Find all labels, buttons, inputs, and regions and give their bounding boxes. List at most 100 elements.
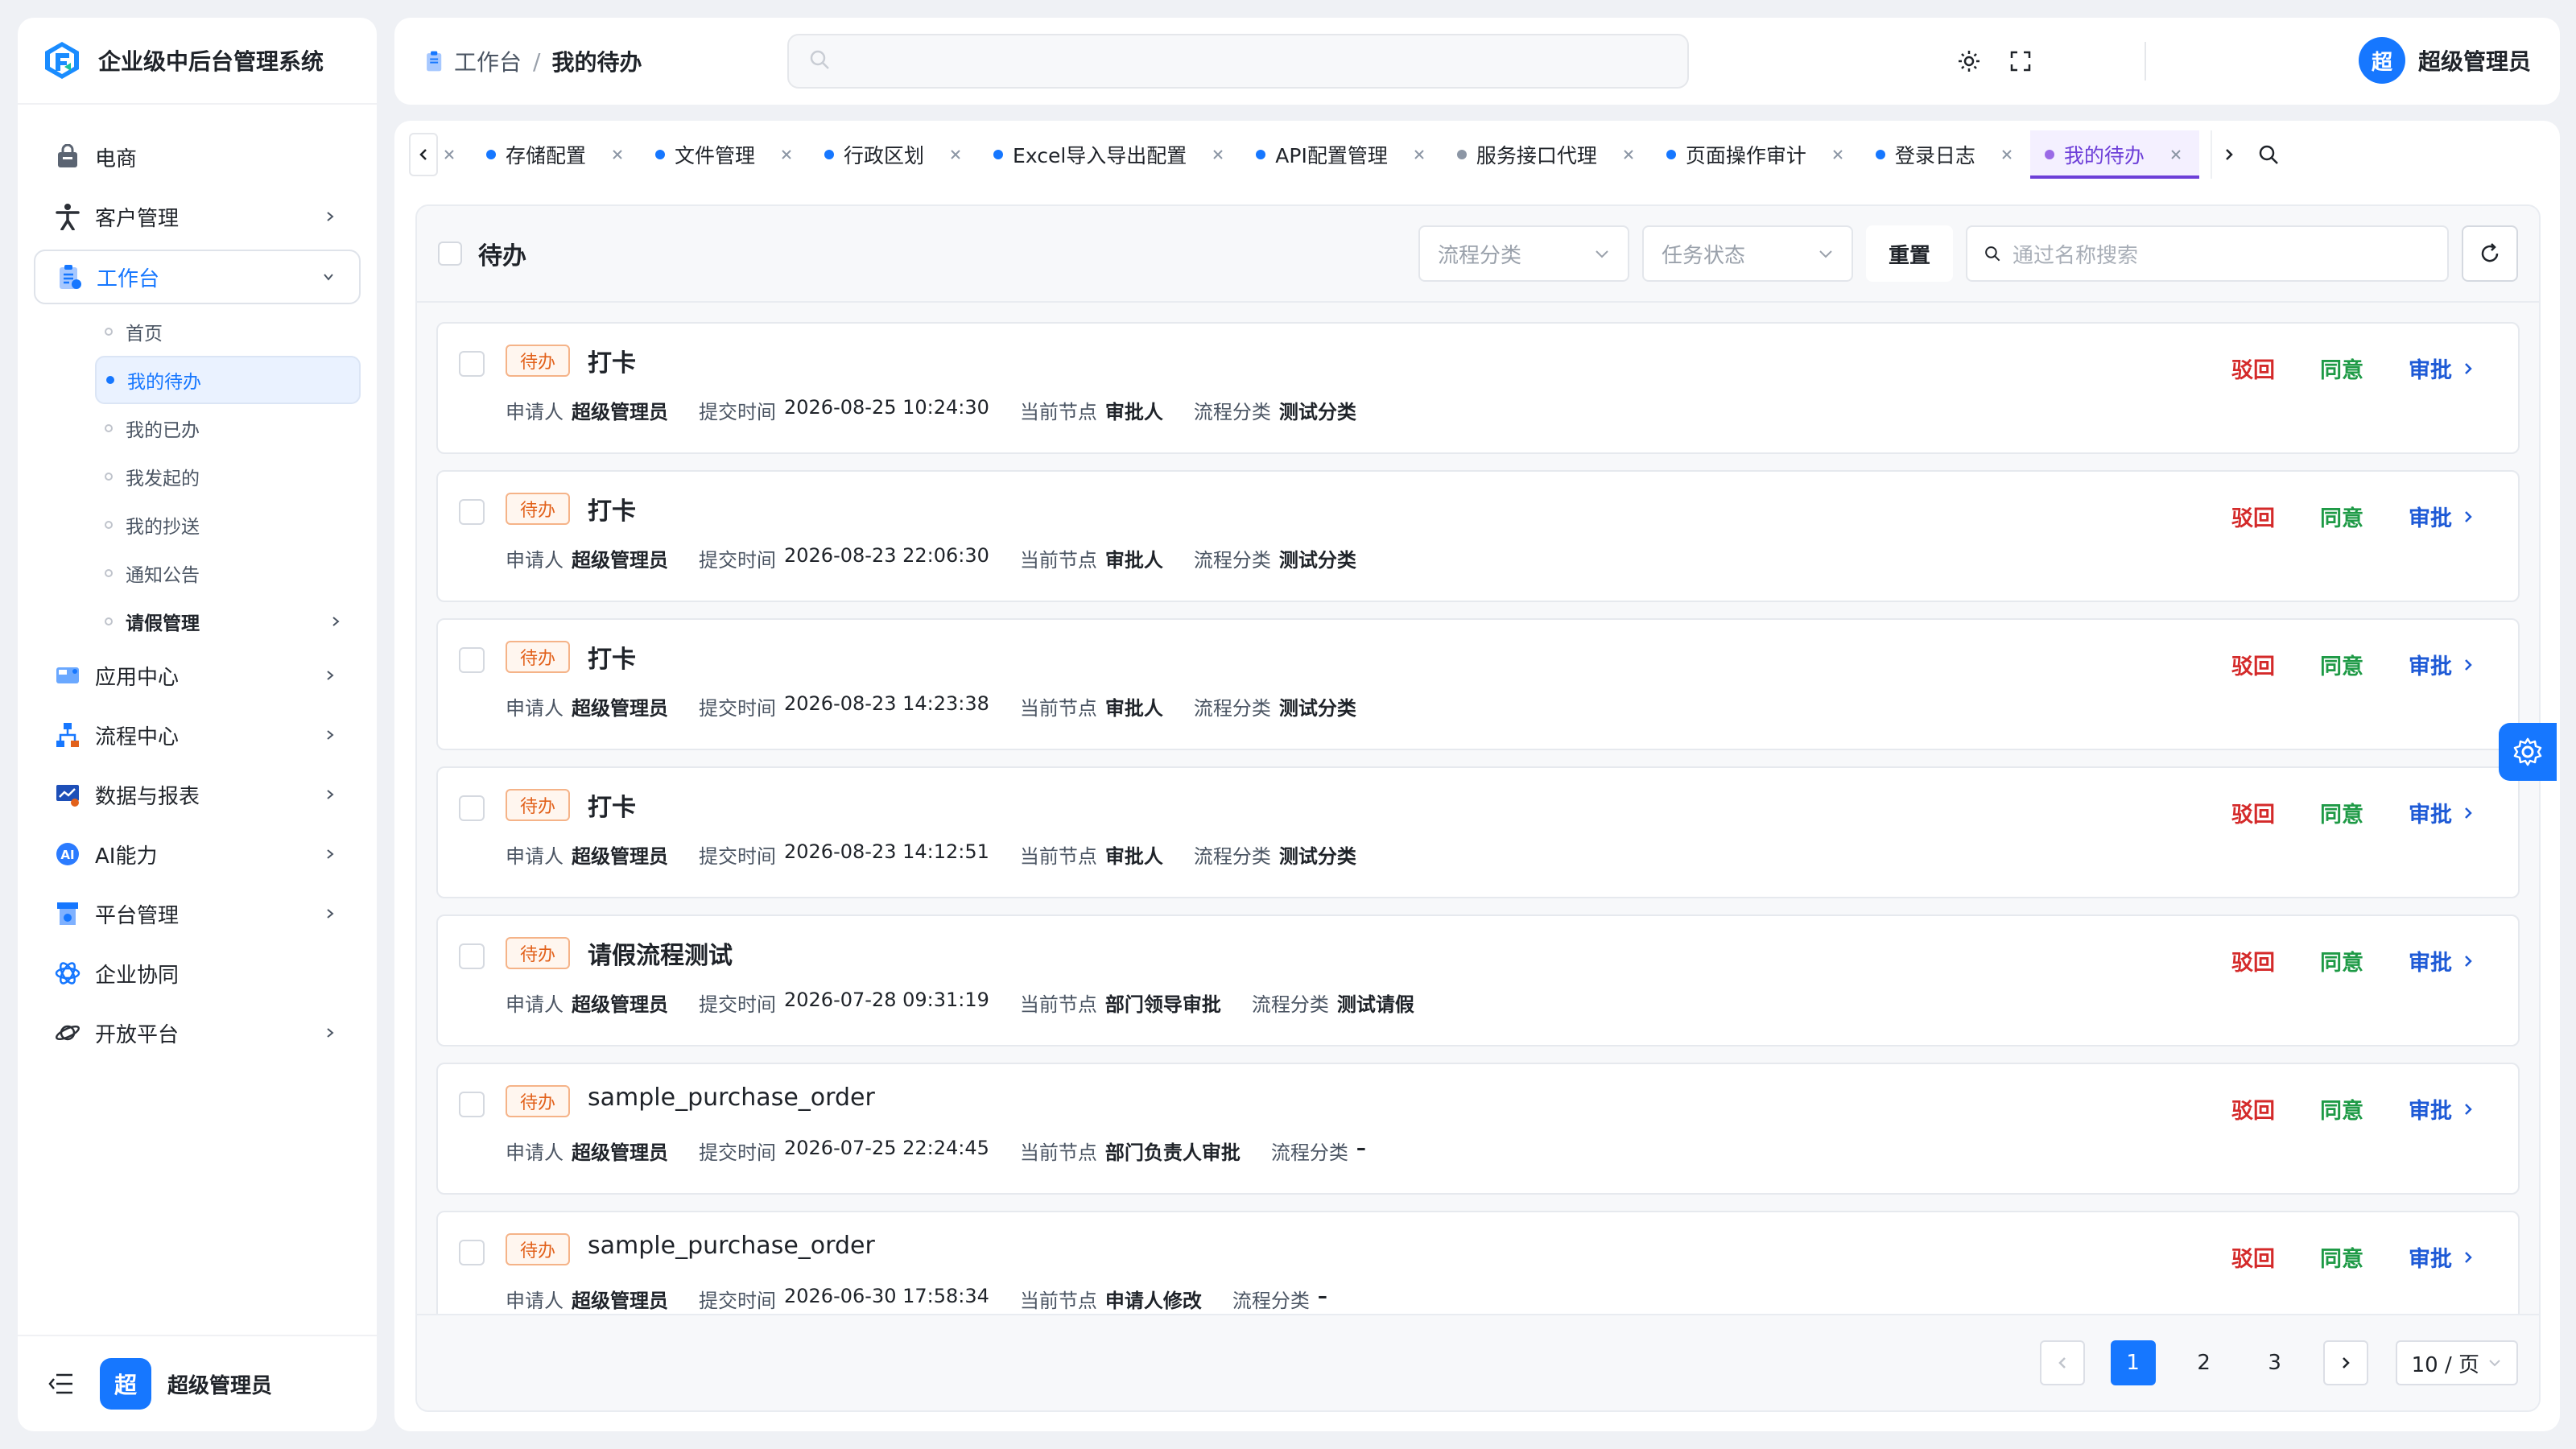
settings-button[interactable] bbox=[2499, 723, 2557, 781]
submenu-item-home[interactable]: 首页 bbox=[95, 308, 361, 356]
row-checkbox[interactable] bbox=[459, 1092, 485, 1117]
tab-operation-audit[interactable]: 页面操作审计 bbox=[1652, 130, 1861, 179]
tab-storage-config[interactable]: 存储配置 bbox=[472, 130, 641, 179]
sidebar-item-customers[interactable]: 客户管理 bbox=[34, 187, 361, 246]
meta-value: 2026-08-23 14:23:38 bbox=[784, 692, 989, 715]
tab-login-log[interactable]: 登录日志 bbox=[1861, 130, 2030, 179]
tab-admin-division[interactable]: 行政区划 bbox=[810, 130, 979, 179]
close-icon[interactable] bbox=[1829, 146, 1847, 163]
task-card[interactable]: 待办 打卡 申请人 超级管理员 提交时间 2026-08-25 10:24:30 当… bbox=[436, 322, 2520, 454]
close-icon[interactable] bbox=[1620, 146, 1637, 163]
reject-button[interactable]: 驳回 bbox=[2231, 797, 2275, 828]
page-button[interactable]: 1 bbox=[2110, 1340, 2156, 1385]
tab-service-proxy[interactable]: 服务接口代理 bbox=[1443, 130, 1652, 179]
status-select[interactable]: 任务状态 bbox=[1641, 225, 1853, 282]
row-checkbox[interactable] bbox=[459, 647, 485, 673]
agree-button[interactable]: 同意 bbox=[2320, 797, 2363, 828]
reject-button[interactable]: 驳回 bbox=[2231, 945, 2275, 976]
pagination: 1 2 3 10 / 页 bbox=[417, 1314, 2539, 1410]
agree-button[interactable]: 同意 bbox=[2320, 649, 2363, 680]
approve-button[interactable]: 审批 bbox=[2409, 797, 2473, 828]
row-checkbox[interactable] bbox=[459, 1240, 485, 1265]
reject-button[interactable]: 驳回 bbox=[2231, 1241, 2275, 1273]
select-all-checkbox[interactable] bbox=[438, 242, 462, 266]
approve-button[interactable]: 审批 bbox=[2409, 1241, 2473, 1273]
tab-api-config[interactable]: API配置管理 bbox=[1241, 130, 1443, 179]
sidebar-item-open-platform[interactable]: 开放平台 bbox=[34, 1003, 361, 1063]
collapse-menu-icon[interactable] bbox=[48, 1373, 74, 1395]
submenu-item-leave[interactable]: 请假管理 bbox=[95, 597, 361, 646]
sidebar-item-workbench[interactable]: 工作台 bbox=[34, 250, 361, 304]
meta-label: 提交时间 bbox=[699, 697, 776, 720]
next-page-button[interactable] bbox=[2322, 1340, 2368, 1385]
global-search[interactable] bbox=[787, 34, 1689, 89]
reject-button[interactable]: 驳回 bbox=[2231, 1093, 2275, 1125]
approve-button[interactable]: 审批 bbox=[2409, 945, 2473, 976]
tab-file-management[interactable]: 文件管理 bbox=[641, 130, 810, 179]
submenu-item-my-initiated[interactable]: 我发起的 bbox=[95, 452, 361, 501]
page-button[interactable]: 2 bbox=[2182, 1340, 2227, 1385]
sidebar-item-process-center[interactable]: 流程中心 bbox=[34, 705, 361, 765]
close-icon[interactable] bbox=[947, 146, 964, 163]
close-icon[interactable] bbox=[1209, 146, 1227, 163]
sidebar-item-app-center[interactable]: 应用中心 bbox=[34, 646, 361, 705]
task-card[interactable]: 待办 请假流程测试 申请人 超级管理员 提交时间 2026-07-28 09:31:… bbox=[436, 914, 2520, 1046]
fullscreen-icon[interactable] bbox=[2004, 45, 2037, 77]
agree-button[interactable]: 同意 bbox=[2320, 1241, 2363, 1273]
reset-button[interactable]: 重置 bbox=[1865, 225, 1953, 282]
tabs-scroll-left[interactable] bbox=[409, 133, 438, 176]
sidebar-item-ecommerce[interactable]: 电商 bbox=[34, 127, 361, 187]
submenu-item-my-cc[interactable]: 我的抄送 bbox=[95, 501, 361, 549]
close-icon[interactable] bbox=[443, 148, 456, 161]
breadcrumb-item[interactable]: 工作台 bbox=[454, 45, 522, 77]
sidebar-item-platform[interactable]: 平台管理 bbox=[34, 884, 361, 943]
sun-icon[interactable] bbox=[1953, 45, 1985, 77]
tab-excel-config[interactable]: Excel导入导出配置 bbox=[979, 130, 1241, 179]
row-checkbox[interactable] bbox=[459, 499, 485, 525]
agree-button[interactable]: 同意 bbox=[2320, 353, 2363, 384]
sidebar-item-data-reports[interactable]: 数据与报表 bbox=[34, 765, 361, 824]
row-checkbox[interactable] bbox=[459, 943, 485, 969]
reject-button[interactable]: 驳回 bbox=[2231, 353, 2275, 384]
row-checkbox[interactable] bbox=[459, 351, 485, 377]
close-icon[interactable] bbox=[1998, 146, 2016, 163]
search-icon[interactable] bbox=[2251, 130, 2286, 179]
approve-button[interactable]: 审批 bbox=[2409, 353, 2473, 384]
submenu-item-my-done[interactable]: 我的已办 bbox=[95, 404, 361, 452]
task-card[interactable]: 待办 sample_purchase_order 申请人 超级管理员 提交时间 20… bbox=[436, 1063, 2520, 1195]
task-card[interactable]: 待办 打卡 申请人 超级管理员 提交时间 2026-08-23 14:12:51 当… bbox=[436, 766, 2520, 898]
category-select[interactable]: 流程分类 bbox=[1418, 225, 1629, 282]
refresh-button[interactable] bbox=[2462, 225, 2518, 282]
close-icon[interactable] bbox=[609, 146, 626, 163]
row-checkbox[interactable] bbox=[459, 795, 485, 821]
reject-button[interactable]: 驳回 bbox=[2231, 649, 2275, 680]
header-user[interactable]: 超 超级管理员 bbox=[2358, 37, 2531, 84]
agree-button[interactable]: 同意 bbox=[2320, 1093, 2363, 1125]
tab-my-todo[interactable]: 我的待办 bbox=[2029, 130, 2199, 179]
submenu-item-my-todo[interactable]: 我的待办 bbox=[95, 356, 361, 404]
reject-button[interactable]: 驳回 bbox=[2231, 501, 2275, 532]
tabs-scroll-right[interactable] bbox=[2210, 130, 2246, 179]
approve-button[interactable]: 审批 bbox=[2409, 1093, 2473, 1125]
page-button[interactable]: 3 bbox=[2252, 1340, 2297, 1385]
agree-button[interactable]: 同意 bbox=[2320, 501, 2363, 532]
task-title: 打卡 bbox=[588, 349, 636, 378]
meta-label: 流程分类 bbox=[1251, 993, 1329, 1016]
submenu-item-notices[interactable]: 通知公告 bbox=[95, 549, 361, 597]
avatar[interactable]: 超 bbox=[100, 1358, 151, 1410]
bullet-icon bbox=[105, 473, 113, 481]
approve-button[interactable]: 审批 bbox=[2409, 501, 2473, 532]
page-size-select[interactable]: 10 / 页 bbox=[2395, 1340, 2518, 1385]
sidebar-item-ai[interactable]: AI AI能力 bbox=[34, 824, 361, 884]
close-icon[interactable] bbox=[2167, 146, 2185, 163]
approve-button[interactable]: 审批 bbox=[2409, 649, 2473, 680]
prev-page-button[interactable] bbox=[2039, 1340, 2085, 1385]
meta-value: 超级管理员 bbox=[572, 549, 668, 572]
sidebar-item-collaboration[interactable]: 企业协同 bbox=[34, 943, 361, 1003]
close-icon[interactable] bbox=[1410, 146, 1428, 163]
close-icon[interactable] bbox=[778, 146, 795, 163]
task-card[interactable]: 待办 打卡 申请人 超级管理员 提交时间 2026-08-23 22:06:30 当… bbox=[436, 470, 2520, 602]
agree-button[interactable]: 同意 bbox=[2320, 945, 2363, 976]
task-card[interactable]: 待办 打卡 申请人 超级管理员 提交时间 2026-08-23 14:23:38 当… bbox=[436, 618, 2520, 750]
name-search-input[interactable]: 通过名称搜索 bbox=[1966, 225, 2449, 282]
